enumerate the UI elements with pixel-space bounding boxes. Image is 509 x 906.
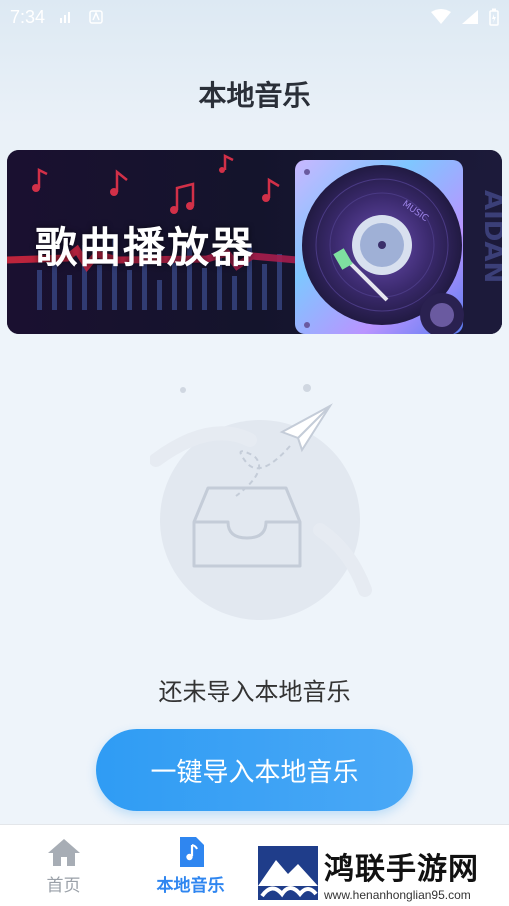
notification-icon xyxy=(89,10,103,24)
home-icon xyxy=(47,838,80,866)
banner-card[interactable]: AIDAN MUSIC 歌曲播放器 xyxy=(7,150,502,334)
status-bar: 7:34 xyxy=(0,0,509,34)
music-note-icon xyxy=(179,836,204,867)
tab-local-music-label: 本地音乐 xyxy=(156,875,225,896)
tab-home[interactable]: 首页 xyxy=(0,825,127,906)
watermark-brand-cn: 鸿联手游网 xyxy=(324,852,479,887)
cell-signal-icon xyxy=(462,10,478,24)
wifi-icon xyxy=(431,9,451,24)
watermark-logo: 鸿联手游网 www.henanhonglian95.com xyxy=(258,843,504,903)
watermark-emblem-icon xyxy=(258,846,318,900)
banner-title: 歌曲播放器 xyxy=(35,223,256,272)
import-local-music-button[interactable]: 一键导入本地音乐 xyxy=(96,729,413,811)
signal-bars-icon xyxy=(60,12,71,23)
status-time: 7:34 xyxy=(10,6,46,27)
empty-inbox-illustration xyxy=(150,384,372,620)
tab-home-label: 首页 xyxy=(46,875,81,896)
tab-local-music[interactable]: 本地音乐 xyxy=(127,825,254,906)
banner-side-text: AIDAN xyxy=(478,190,502,283)
battery-icon xyxy=(489,8,499,26)
empty-state-message: 还未导入本地音乐 xyxy=(158,678,351,706)
page-title: 本地音乐 xyxy=(198,79,311,112)
watermark-brand-en: www.henanhonglian95.com xyxy=(324,888,471,902)
